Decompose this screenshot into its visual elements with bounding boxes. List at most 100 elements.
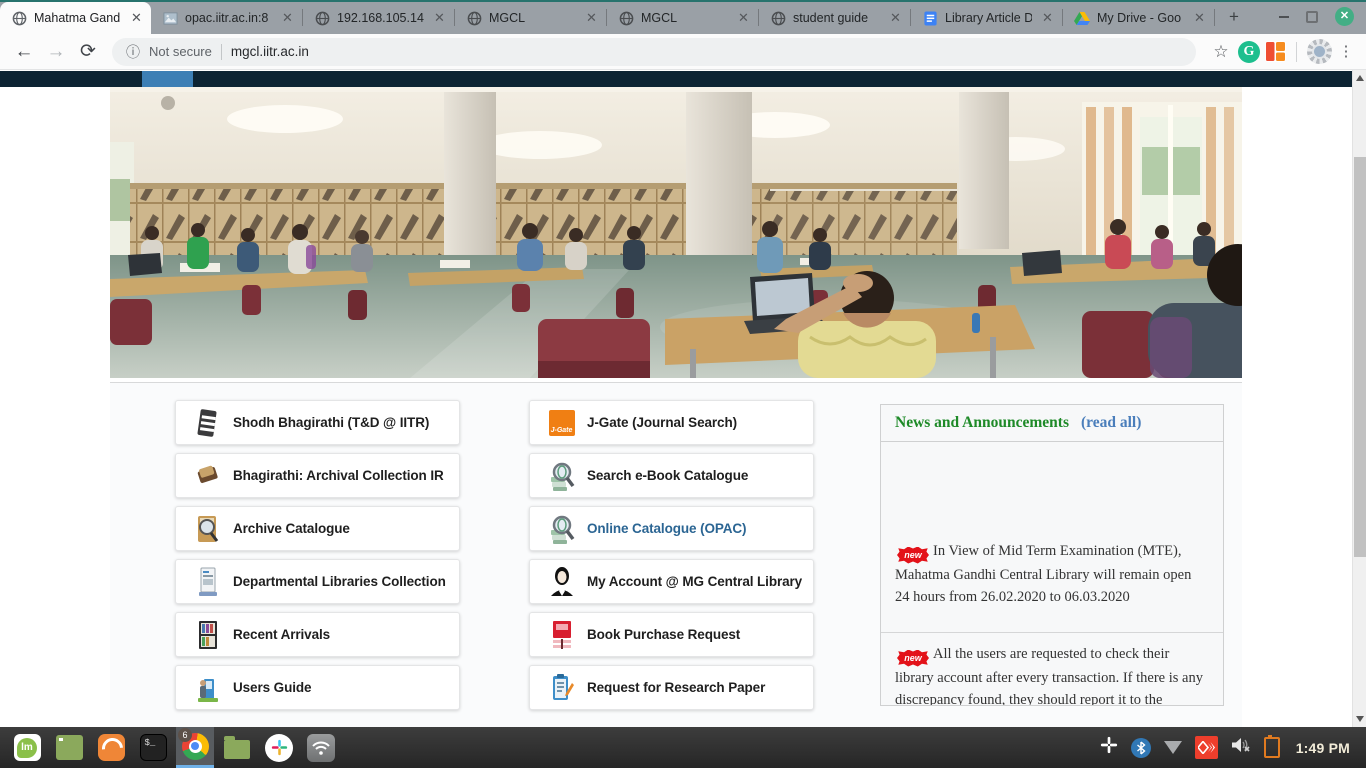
tab-close-icon[interactable]: ✕ <box>431 10 448 27</box>
tab-ip-address[interactable]: 192.168.105.14 ✕ <box>303 2 454 34</box>
button-label: Departmental Libraries Collection <box>233 574 446 589</box>
file-manager-button[interactable] <box>50 727 88 768</box>
slack-button[interactable] <box>260 727 298 768</box>
tab-close-icon[interactable]: ✕ <box>1039 10 1056 27</box>
address-bar[interactable]: ⓘ Not secure mgcl.iitr.ac.in <box>112 38 1196 66</box>
tab-close-icon[interactable]: ✕ <box>583 10 600 27</box>
folder-icon <box>224 740 250 759</box>
bookshelf-icon <box>194 619 221 651</box>
chrome-window-count-badge: 6 <box>178 728 192 742</box>
info-icon[interactable]: ⓘ <box>126 42 140 62</box>
grammarly-extension-icon[interactable]: G <box>1238 41 1260 63</box>
button-my-account[interactable]: My Account @ MG Central Library <box>529 559 814 604</box>
button-departmental-libraries[interactable]: Departmental Libraries Collection <box>175 559 460 604</box>
button-research-paper[interactable]: Request for Research Paper <box>529 665 814 710</box>
button-users-guide[interactable]: Users Guide <box>175 665 460 710</box>
terminal-icon: $_ <box>140 734 167 761</box>
browser-menu-icon[interactable]: ⋮ <box>1336 49 1356 55</box>
news-item: newIn View of Mid Term Examination (MTE)… <box>881 442 1223 633</box>
tab-library-article[interactable]: Library Article D ✕ <box>911 2 1062 34</box>
firefox-button[interactable] <box>92 727 130 768</box>
tab-close-icon[interactable]: ✕ <box>279 10 296 27</box>
clipboard-pencil-icon <box>548 672 575 704</box>
desktop-screen: Mahatma Gand ✕ opac.iitr.ac.in:8 ✕ 192.1… <box>0 0 1366 768</box>
tab-mahatma-gandhi[interactable]: Mahatma Gand ✕ <box>0 2 151 34</box>
tab-close-icon[interactable]: ✕ <box>735 10 752 27</box>
link-buttons-column-1: Shodh Bhagirathi (T&D @ IITR) Bhagirathi… <box>175 400 460 718</box>
news-title: News and Announcements <box>895 414 1069 432</box>
battery-icon[interactable] <box>1264 737 1280 758</box>
back-button[interactable]: ← <box>10 38 38 66</box>
button-opac[interactable]: Online Catalogue (OPAC) <box>529 506 814 551</box>
system-tray: 1:49 PM <box>1100 736 1360 759</box>
news-text: All the users are requested to check the… <box>895 646 1203 705</box>
tab-student-guide[interactable]: student guide ✕ <box>759 2 910 34</box>
terminal-button[interactable]: $_ <box>134 727 172 768</box>
tab-close-icon[interactable]: ✕ <box>1191 10 1208 27</box>
tab-mgcl-1[interactable]: MGCL ✕ <box>455 2 606 34</box>
anydesk-icon[interactable] <box>1195 736 1218 759</box>
new-badge-icon: new <box>897 650 929 667</box>
guide-kiosk-icon <box>194 672 221 704</box>
tab-mgcl-2[interactable]: MGCL ✕ <box>607 2 758 34</box>
mint-menu-button[interactable]: lm <box>8 727 46 768</box>
close-window-button[interactable]: ✕ <box>1335 7 1354 26</box>
button-book-purchase[interactable]: Book Purchase Request <box>529 612 814 657</box>
browser-tab-strip: Mahatma Gand ✕ opac.iitr.ac.in:8 ✕ 192.1… <box>0 0 1366 34</box>
catalogue-search-icon <box>194 513 221 545</box>
button-label: Users Guide <box>233 680 311 695</box>
tab-title: MGCL <box>489 11 576 25</box>
button-shodh-bhagirathi[interactable]: Shodh Bhagirathi (T&D @ IITR) <box>175 400 460 445</box>
taskbar-clock[interactable]: 1:49 PM <box>1296 740 1350 756</box>
reload-button[interactable]: ⟳ <box>74 38 102 66</box>
window-controls: ✕ <box>1279 7 1366 34</box>
tab-title: My Drive - Goo <box>1097 11 1184 25</box>
profile-avatar[interactable] <box>1307 39 1332 64</box>
globe-icon <box>466 10 482 26</box>
bookmark-star-icon[interactable]: ☆ <box>1208 42 1234 62</box>
orange-extension-icon[interactable] <box>1264 41 1286 63</box>
button-label: Archive Catalogue <box>233 521 350 536</box>
new-badge-icon: new <box>897 547 929 564</box>
scroll-down-arrow[interactable] <box>1356 716 1364 722</box>
button-label: My Account @ MG Central Library <box>587 574 802 589</box>
link-buttons-column-2: J-Gate J-Gate (Journal Search) Search e-… <box>529 400 814 718</box>
active-nav-item[interactable] <box>142 71 193 87</box>
scroll-up-arrow[interactable] <box>1356 75 1364 81</box>
url-separator <box>221 44 222 60</box>
slack-tray-icon[interactable] <box>1100 736 1118 759</box>
page-scrollbar[interactable] <box>1352 70 1366 727</box>
tab-my-drive[interactable]: My Drive - Goo ✕ <box>1063 2 1214 34</box>
minimize-button[interactable] <box>1279 16 1289 18</box>
url-text: mgcl.iitr.ac.in <box>231 44 309 59</box>
news-panel: News and Announcements (read all) newIn … <box>880 404 1224 706</box>
restore-button[interactable] <box>1306 11 1318 23</box>
page-content-card: Shodh Bhagirathi (T&D @ IITR) Bhagirathi… <box>110 382 1242 727</box>
network-signal-icon[interactable] <box>1164 741 1182 754</box>
bluetooth-icon[interactable] <box>1131 738 1151 758</box>
read-all-link[interactable]: (read all) <box>1081 414 1141 432</box>
globe-icon <box>314 10 330 26</box>
button-archive-catalogue[interactable]: Archive Catalogue <box>175 506 460 551</box>
chrome-button-active[interactable]: 6 <box>176 727 214 768</box>
library-photo-illustration <box>110 87 1242 378</box>
files-folder-button[interactable] <box>218 727 256 768</box>
new-tab-button[interactable]: + <box>1221 4 1247 30</box>
button-jgate[interactable]: J-Gate J-Gate (Journal Search) <box>529 400 814 445</box>
volume-muted-icon[interactable] <box>1231 737 1251 758</box>
button-bhagirathi-archival[interactable]: Bhagirathi: Archival Collection IR <box>175 453 460 498</box>
user-silhouette-icon <box>548 566 575 598</box>
browser-toolbar: ← → ⟳ ⓘ Not secure mgcl.iitr.ac.in ☆ G ⋮ <box>0 34 1366 70</box>
button-ebook-catalogue[interactable]: Search e-Book Catalogue <box>529 453 814 498</box>
button-recent-arrivals[interactable]: Recent Arrivals <box>175 612 460 657</box>
network-settings-button[interactable] <box>302 727 340 768</box>
tab-close-icon[interactable]: ✕ <box>128 10 145 27</box>
tab-close-icon[interactable]: ✕ <box>887 10 904 27</box>
forward-button[interactable]: → <box>42 38 70 66</box>
scrollbar-thumb[interactable] <box>1354 157 1366 557</box>
tab-title: opac.iitr.ac.in:8 <box>185 11 272 25</box>
tab-opac[interactable]: opac.iitr.ac.in:8 ✕ <box>151 2 302 34</box>
toolbar-separator <box>1296 42 1297 62</box>
google-drive-icon <box>1074 10 1090 26</box>
site-navigation-bar <box>0 71 1352 87</box>
